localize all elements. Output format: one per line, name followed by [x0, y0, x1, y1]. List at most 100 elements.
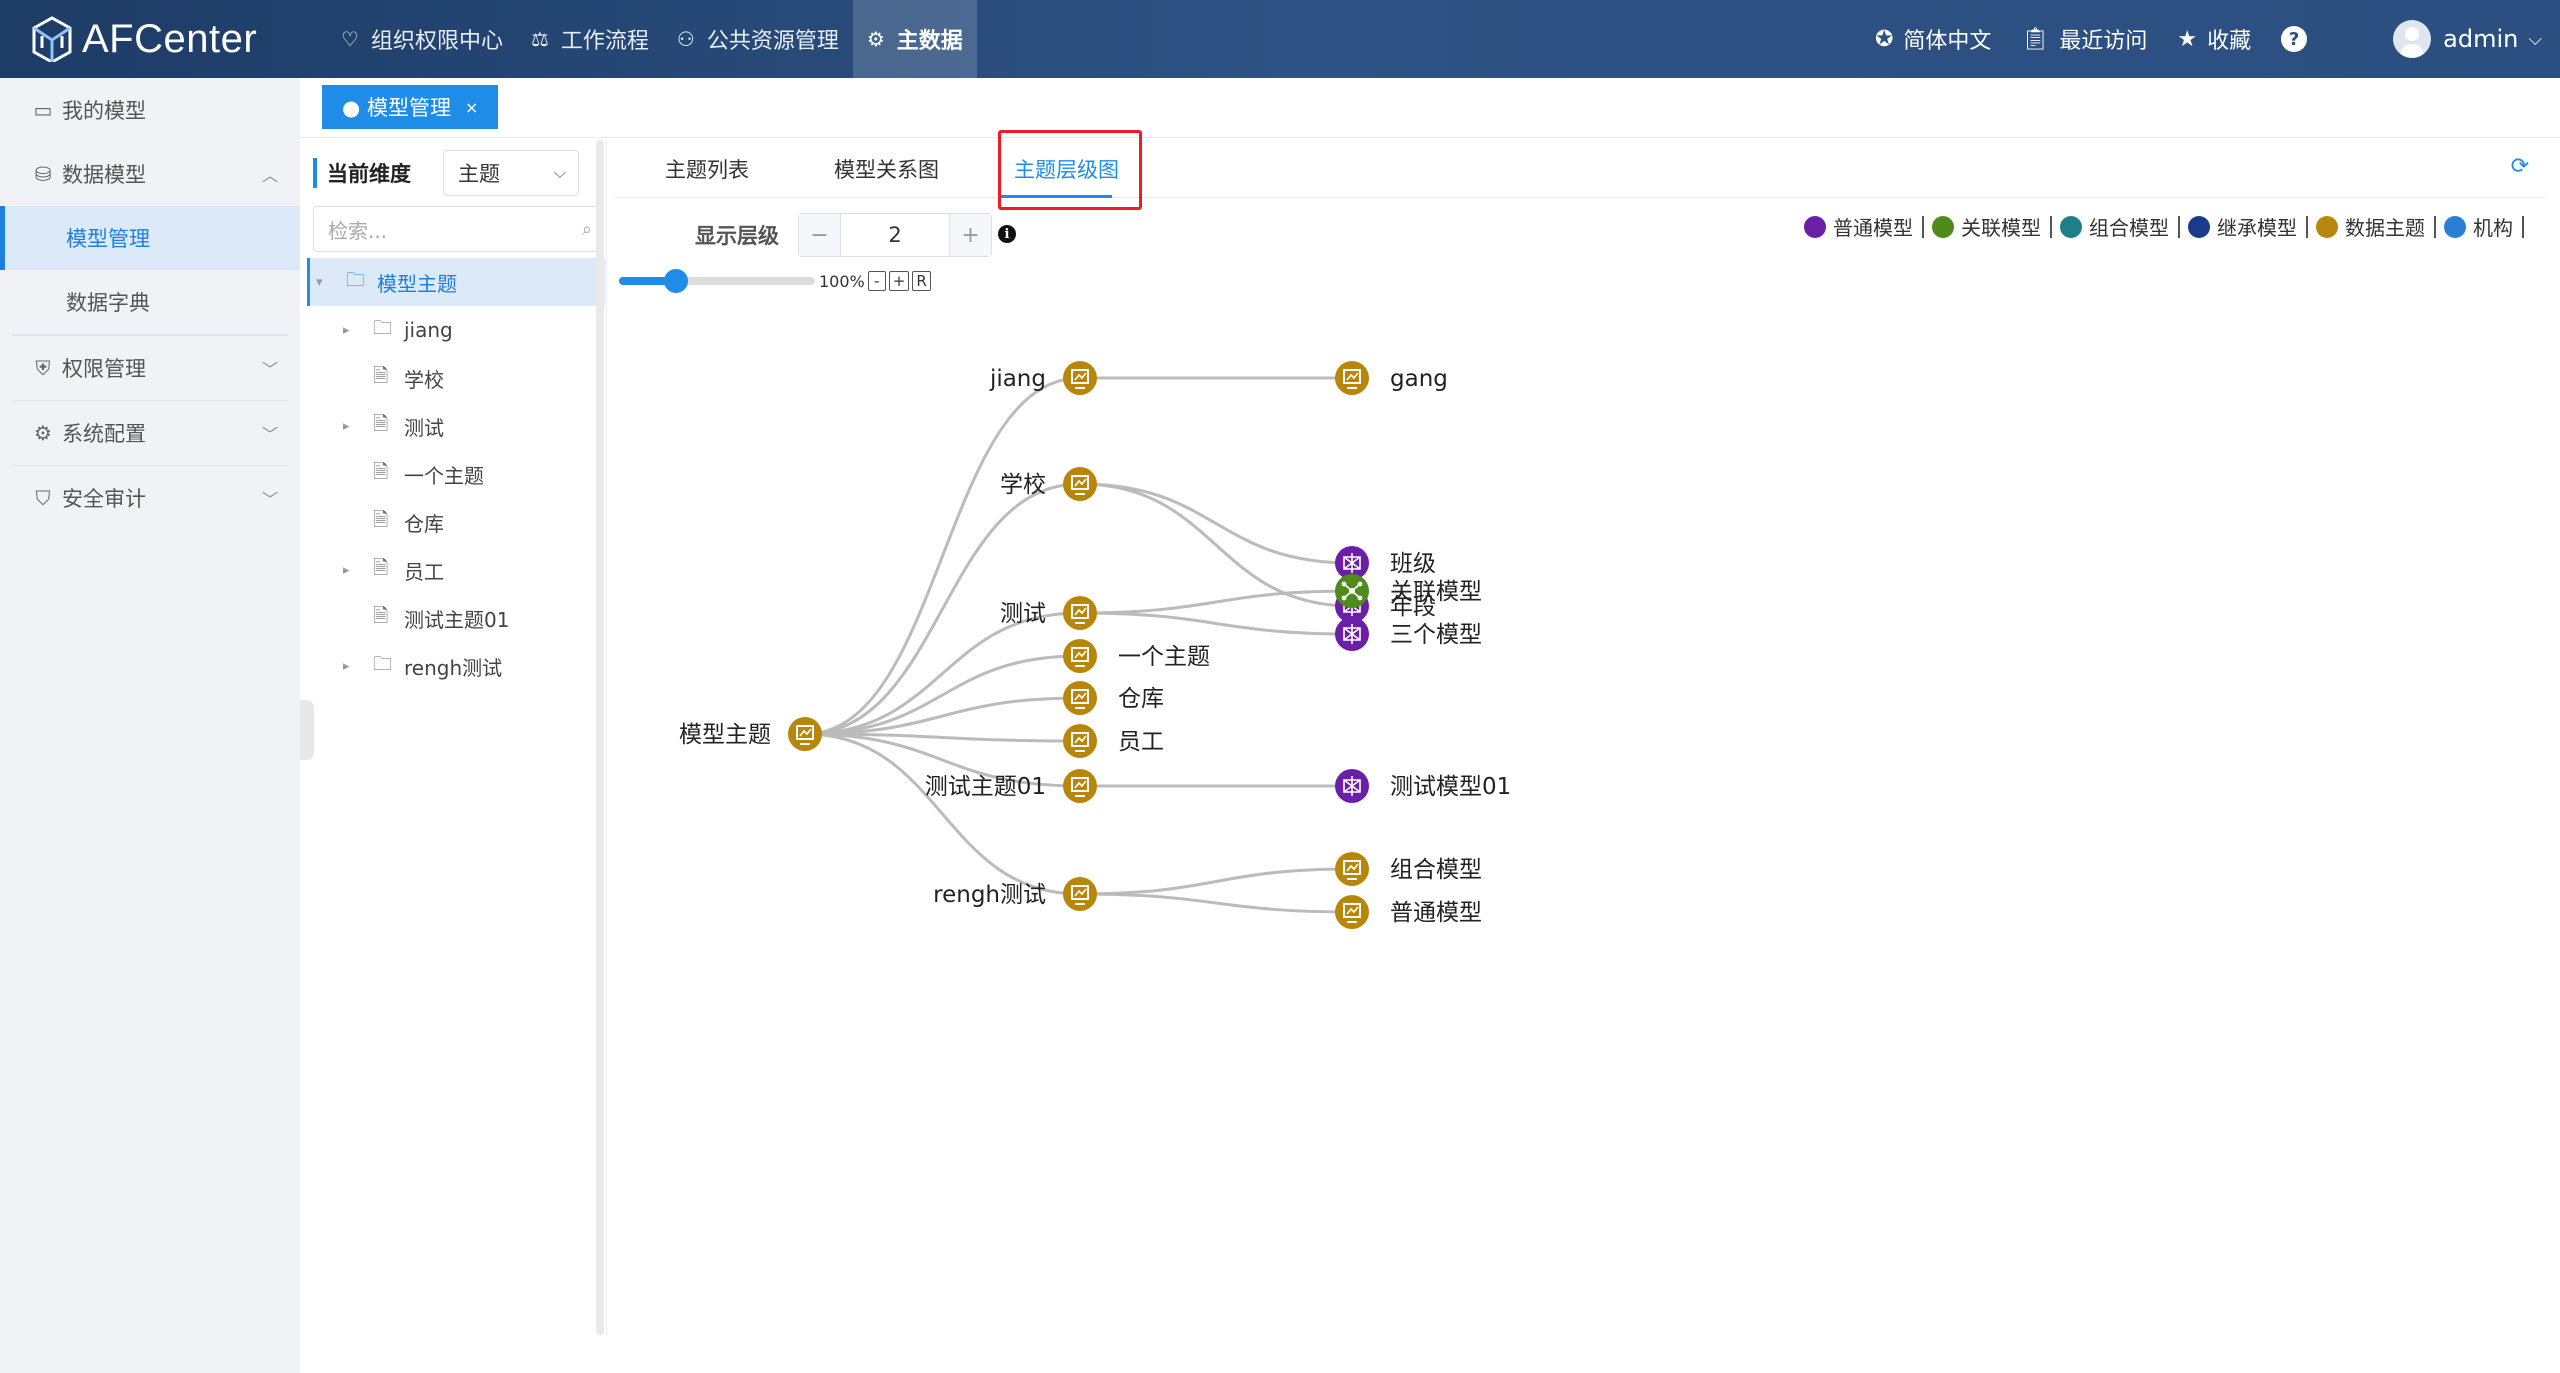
tree-node-label: rengh测试 — [404, 655, 503, 680]
graph-topic-node[interactable] — [1063, 467, 1097, 501]
tree-expander-icon[interactable]: ▸ — [343, 659, 350, 674]
help-icon[interactable]: ? — [2281, 26, 2308, 52]
info-icon[interactable]: i — [998, 225, 1016, 243]
zoom-reset-button[interactable]: R — [912, 271, 931, 291]
panel-collapse-handle[interactable] — [300, 700, 314, 760]
tree-expander-icon[interactable]: ▾ — [316, 275, 323, 290]
close-icon[interactable]: × — [465, 98, 478, 117]
nav-item-1[interactable]: ⚖ 工作流程 — [517, 0, 663, 78]
sidebar-item-label: 数据模型 — [62, 163, 146, 187]
heart-icon: ♡ — [341, 27, 359, 51]
tree-search-input[interactable]: 检索... ⌕ — [313, 206, 603, 252]
tree-node[interactable]: ▸ 🗎 测试 — [307, 402, 605, 450]
sidebar-item-label: 系统配置 — [62, 422, 146, 446]
language-switch[interactable]: ✪ 简体中文 — [1875, 23, 1991, 55]
tree-scrollbar[interactable] — [596, 140, 604, 1335]
sidebar-subitem-2[interactable]: 模型管理 — [0, 206, 300, 270]
graph-topic-node[interactable] — [1063, 681, 1097, 715]
normal-model-icon — [1804, 215, 1826, 238]
sidebar-subitem-3[interactable]: 数据字典 — [0, 270, 300, 334]
tree-node-label: 测试 — [404, 415, 444, 440]
dimension-label: 当前维度 — [313, 158, 411, 188]
zoom-out-button[interactable]: - — [867, 271, 886, 291]
graph-model-node[interactable] — [1335, 574, 1369, 608]
sidebar-item-label: 我的模型 — [62, 99, 146, 123]
tree-node-label: 测试主题01 — [404, 607, 510, 632]
zoom-slider-handle[interactable] — [663, 269, 688, 293]
legend-separator — [2306, 215, 2308, 238]
sidebar-item-1[interactable]: ⛁ 数据模型 ︿ — [0, 142, 300, 206]
graph-model-node[interactable] — [1335, 895, 1369, 929]
tree-expander-icon[interactable]: ▸ — [343, 419, 350, 434]
level-decrement-button[interactable]: − — [799, 214, 841, 256]
graph-topic-node[interactable] — [1063, 724, 1097, 758]
nav-item-3[interactable]: ⚙ 主数据 — [852, 0, 977, 78]
avatar[interactable] — [2393, 20, 2432, 58]
graph-edge — [1079, 482, 1353, 565]
combined-model-icon — [2060, 215, 2082, 238]
nav-item-2[interactable]: ⚇ 公共资源管理 — [663, 0, 853, 78]
dimension-select[interactable]: 主题 ⌵ — [443, 150, 579, 196]
favorites[interactable]: ★ 收藏 — [2177, 23, 2251, 55]
graph-topic-node[interactable] — [1063, 361, 1097, 395]
tree-expander-icon[interactable]: ▸ — [343, 563, 350, 578]
tree-node[interactable]: ▾ 🗀 模型主题 — [307, 258, 605, 306]
graph-topic-label: rengh测试 — [933, 882, 1046, 908]
legend-label: 关联模型 — [1961, 216, 2041, 240]
topic-tree-panel: 当前维度 主题 ⌵ 检索... ⌕ ▾ 🗀 模型主题 ▸ 🗀 jiang 🗎 学校 ▸ 🗎 测试 🗎 一… — [307, 140, 607, 1335]
app-logo[interactable]: AFCenter — [30, 14, 257, 64]
document-icon: 🗎 — [373, 413, 389, 435]
level-value[interactable]: 2 — [841, 214, 949, 256]
zoom-slider[interactable] — [619, 269, 815, 293]
tab-topic-list[interactable]: 主题列表 — [665, 154, 749, 184]
display-level-label: 显示层级 — [695, 224, 779, 248]
graph-model-node[interactable] — [1335, 617, 1369, 651]
graph-topic-node[interactable] — [1063, 596, 1097, 630]
graph-root-label: 模型主题 — [679, 722, 771, 748]
graph-topic-node[interactable] — [1063, 877, 1097, 911]
legend-item: 继承模型 — [2188, 212, 2316, 241]
sidebar-item-6[interactable]: ⛉ 安全审计 ﹀ — [0, 466, 300, 530]
tree-node[interactable]: 🗎 学校 — [307, 354, 605, 402]
graph-model-node[interactable] — [1335, 361, 1369, 395]
graph-model-label: gang — [1390, 366, 1448, 392]
sidebar-item-5[interactable]: ⚙ 系统配置 ﹀ — [0, 401, 300, 465]
tree-node[interactable]: 🗎 一个主题 — [307, 450, 605, 498]
topic-tree: ▾ 🗀 模型主题 ▸ 🗀 jiang 🗎 学校 ▸ 🗎 测试 🗎 一个主题 🗎 仓库 ▸ 🗎 员工 🗎 测试主题01 ▸… — [307, 258, 605, 690]
tree-node[interactable]: 🗎 仓库 — [307, 498, 605, 546]
nav-item-0[interactable]: ♡ 组织权限中心 — [327, 0, 517, 78]
tree-node[interactable]: ▸ 🗎 员工 — [307, 546, 605, 594]
tree-expander-icon[interactable]: ▸ — [343, 323, 350, 338]
tab-model-relation[interactable]: 模型关系图 — [834, 154, 939, 184]
users-icon: ⚇ — [676, 27, 695, 51]
graph-model-node[interactable] — [1335, 852, 1369, 886]
tree-node-label: 员工 — [404, 559, 444, 584]
legend-separator — [2522, 215, 2524, 238]
page-tab-model-management[interactable]: ● 模型管理 × — [322, 85, 499, 129]
zoom-control: 100% - + R — [615, 266, 931, 296]
chevron-down-icon: ﹀ — [261, 490, 278, 509]
chevron-down-icon[interactable]: ⌵ — [2528, 29, 2542, 50]
document-icon: 🗎 — [373, 509, 389, 531]
graph-topic-node[interactable] — [1063, 769, 1097, 803]
username[interactable]: admin — [2443, 25, 2518, 53]
nav-item-label: 公共资源管理 — [706, 29, 839, 54]
refresh-icon[interactable]: ⟳ — [2511, 154, 2529, 179]
scale-icon: ⚖ — [530, 27, 549, 51]
tree-node[interactable]: ▸ 🗀 rengh测试 — [307, 642, 605, 690]
legend-label: 继承模型 — [2217, 216, 2297, 240]
graph-topic-node[interactable] — [1063, 639, 1097, 673]
sidebar-item-0[interactable]: ▭ 我的模型 — [0, 78, 300, 142]
graph-root-node[interactable] — [788, 717, 822, 751]
graph-model-node[interactable] — [1335, 769, 1369, 803]
zoom-in-button[interactable]: + — [888, 271, 910, 291]
wallet-icon: ▭ — [33, 98, 53, 122]
data-icon: ⚙ — [866, 27, 885, 51]
graph-model-label: 测试模型01 — [1390, 774, 1511, 800]
sidebar-item-4[interactable]: ⛨ 权限管理 ﹀ — [0, 336, 300, 400]
level-increment-button[interactable]: + — [949, 214, 991, 256]
tree-node[interactable]: 🗎 测试主题01 — [307, 594, 605, 642]
legend-label: 机构 — [2473, 216, 2513, 240]
recent-visits[interactable]: 📋︎ 最近访问 — [2021, 23, 2147, 55]
tree-node[interactable]: ▸ 🗀 jiang — [307, 306, 605, 354]
